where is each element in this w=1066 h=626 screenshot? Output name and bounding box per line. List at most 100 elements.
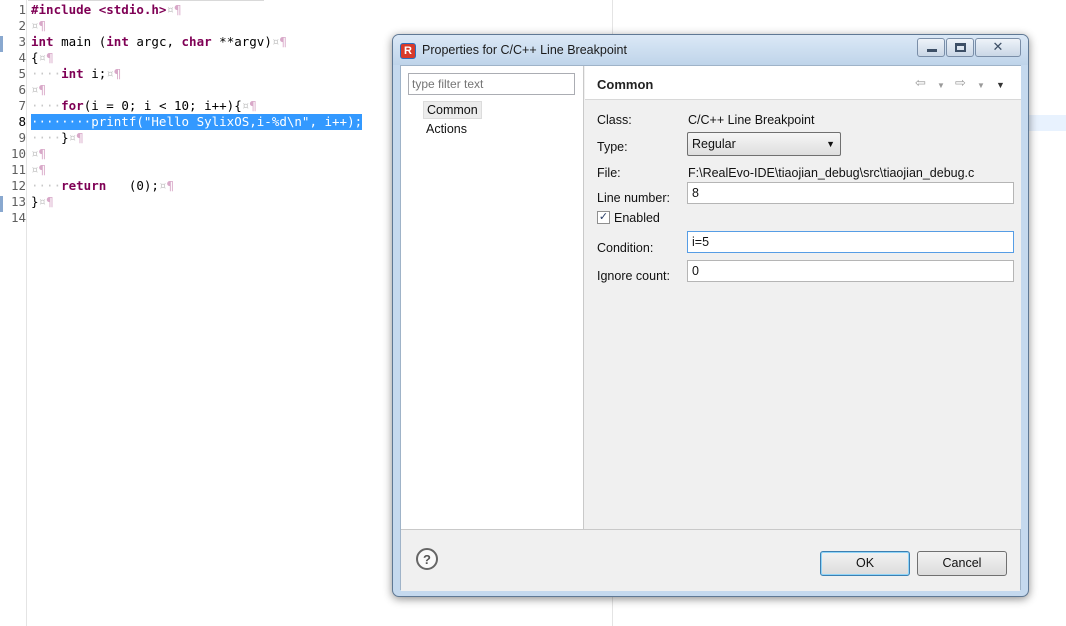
line-number-field[interactable] bbox=[687, 182, 1014, 204]
code-token: main ( bbox=[53, 34, 107, 49]
maximize-button[interactable] bbox=[946, 38, 974, 57]
file-label: File: bbox=[597, 166, 621, 180]
code-token: ¶ bbox=[38, 146, 47, 161]
code-token: ¶ bbox=[46, 194, 54, 209]
cancel-button[interactable]: Cancel bbox=[917, 551, 1007, 576]
minimize-button[interactable] bbox=[917, 38, 945, 57]
class-label: Class: bbox=[597, 113, 632, 127]
code-line[interactable]: 2 ¤¶ bbox=[0, 18, 560, 34]
code-token: ¶ bbox=[249, 98, 257, 113]
code-token: ¶ bbox=[46, 50, 54, 65]
ignore-count-field[interactable] bbox=[687, 260, 1014, 282]
line-number: 4 bbox=[18, 50, 26, 65]
enabled-checkbox[interactable]: ✓ bbox=[597, 211, 610, 224]
filter-input[interactable] bbox=[408, 73, 575, 95]
line-source: ¤¶ bbox=[31, 162, 46, 178]
line-number: 7 bbox=[18, 98, 26, 113]
property-page: Common ⇦ ▼ ⇨ ▼ ▼ Class: C/C++ Line Break… bbox=[585, 66, 1021, 529]
type-label: Type: bbox=[597, 140, 628, 154]
code-token: ¤ bbox=[31, 82, 39, 97]
chevron-down-icon[interactable]: ▼ bbox=[937, 79, 945, 93]
condition-label: Condition: bbox=[597, 241, 654, 255]
line-number-label: Line number: bbox=[597, 191, 670, 205]
line-number: 2 bbox=[18, 18, 26, 33]
code-token: } bbox=[31, 194, 39, 209]
code-token: ¤ bbox=[31, 146, 39, 161]
line-source: ········printf("Hello SylixOS,i-%d\n", i… bbox=[31, 114, 363, 130]
line-number: 14 bbox=[10, 210, 26, 225]
close-button[interactable]: ✕ bbox=[975, 38, 1021, 57]
file-value: F:\RealEvo-IDE\tiaojian_debug\src\tiaoji… bbox=[688, 166, 975, 180]
code-token: ¤ bbox=[31, 18, 39, 33]
dialog-client-area: Common Actions Common ⇦ ▼ ⇨ ▼ ▼ Class: C… bbox=[400, 65, 1021, 591]
code-token: return bbox=[61, 178, 107, 193]
code-token: ¶ bbox=[174, 2, 182, 17]
code-token: for bbox=[61, 98, 84, 113]
code-token: ¤ bbox=[31, 162, 39, 177]
code-token: ¤ bbox=[106, 66, 114, 81]
type-select[interactable]: Regular ▼ bbox=[687, 132, 841, 156]
code-token: (0); bbox=[106, 178, 159, 193]
line-source: ····return (0);¤¶ bbox=[31, 178, 174, 194]
code-token: ········printf("Hello SylixOS,i-%d\n", i… bbox=[31, 114, 363, 129]
line-number: 12 bbox=[10, 178, 26, 193]
line-number: 5 bbox=[18, 66, 26, 81]
line-source: ····}¤¶ bbox=[31, 130, 84, 146]
ignore-count-label: Ignore count: bbox=[597, 269, 670, 283]
chevron-down-icon[interactable]: ▼ bbox=[977, 79, 985, 93]
line-number: 1 bbox=[18, 2, 26, 17]
view-menu-icon[interactable]: ▼ bbox=[996, 78, 1005, 92]
code-token: i; bbox=[83, 66, 107, 81]
help-icon[interactable]: ? bbox=[416, 548, 438, 570]
line-source: ¤¶ bbox=[31, 82, 46, 98]
code-token: ···· bbox=[31, 130, 62, 145]
code-token: ¶ bbox=[166, 178, 175, 193]
line-number: 6 bbox=[18, 82, 26, 97]
code-token: ¤ bbox=[166, 2, 174, 17]
line-source: ¤¶ bbox=[31, 146, 46, 162]
page-title: Common bbox=[597, 77, 654, 92]
close-icon: ✕ bbox=[992, 40, 1004, 55]
code-token: ¤ bbox=[38, 50, 47, 65]
maximize-icon bbox=[955, 43, 966, 52]
code-token: (i = 0; i < 10; i++){ bbox=[83, 98, 242, 113]
code-line[interactable]: 1 #include <stdio.h>¤¶ bbox=[0, 2, 560, 18]
code-token: { bbox=[31, 50, 39, 65]
checkmark-icon: ✓ bbox=[598, 211, 609, 223]
page-header: Common ⇦ ▼ ⇨ ▼ ▼ bbox=[585, 66, 1021, 100]
code-token: ¶ bbox=[113, 66, 122, 81]
forward-arrow-icon[interactable]: ⇨ bbox=[955, 76, 966, 90]
line-source: {¤¶ bbox=[31, 50, 54, 66]
line-source: ····int i;¤¶ bbox=[31, 66, 121, 82]
line-source: }¤¶ bbox=[31, 194, 54, 210]
class-value: C/C++ Line Breakpoint bbox=[688, 113, 815, 127]
line-number: 13 bbox=[10, 194, 26, 209]
code-token: char bbox=[181, 34, 212, 49]
app-icon-letter: R bbox=[404, 45, 412, 57]
code-token: ···· bbox=[31, 66, 62, 81]
line-source: ····for(i = 0; i < 10; i++){¤¶ bbox=[31, 98, 257, 114]
back-arrow-icon[interactable]: ⇦ bbox=[915, 76, 926, 90]
code-token: argc, bbox=[128, 34, 182, 49]
enabled-label[interactable]: Enabled bbox=[614, 211, 660, 225]
line-number: 10 bbox=[10, 146, 26, 161]
app-icon: R bbox=[400, 43, 416, 59]
tree-item-actions[interactable]: Actions bbox=[423, 121, 470, 139]
ok-button[interactable]: OK bbox=[820, 551, 910, 576]
code-token: int bbox=[106, 34, 129, 49]
condition-field[interactable] bbox=[687, 231, 1014, 253]
minimize-icon bbox=[927, 49, 937, 52]
code-token: ¤ bbox=[38, 194, 47, 209]
line-source: #include <stdio.h>¤¶ bbox=[31, 2, 182, 18]
editor-top-rule bbox=[28, 0, 264, 1]
code-token: int bbox=[61, 66, 84, 81]
tree-item-common[interactable]: Common bbox=[423, 101, 482, 119]
property-page-list: Common Actions bbox=[401, 66, 584, 529]
dialog-titlebar[interactable]: R Properties for C/C++ Line Breakpoint ✕ bbox=[393, 35, 1028, 65]
code-token: ¶ bbox=[38, 82, 47, 97]
dialog-title: Properties for C/C++ Line Breakpoint bbox=[422, 43, 627, 57]
line-number: 8 bbox=[18, 114, 26, 129]
code-token: ¶ bbox=[279, 34, 287, 49]
code-token: **argv) bbox=[211, 34, 272, 49]
type-select-value: Regular bbox=[692, 137, 736, 151]
